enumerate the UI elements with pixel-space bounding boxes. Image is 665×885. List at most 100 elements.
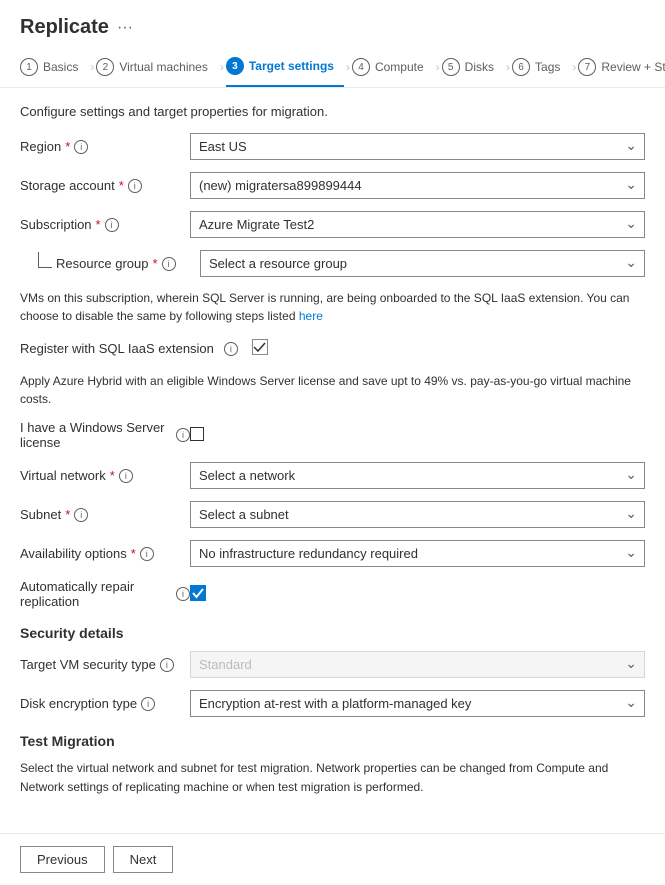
region-info-icon[interactable]: i (74, 140, 88, 154)
vnet-required: * (110, 468, 115, 483)
rg-select-wrapper: Select a resource group (200, 250, 645, 277)
sql-link[interactable]: here (299, 309, 323, 323)
storage-required: * (119, 178, 124, 193)
region-label: Region * i (20, 139, 190, 154)
step-label-compute: Compute (375, 60, 424, 74)
step-label-vms: Virtual machines (119, 60, 208, 74)
rg-info-icon[interactable]: i (162, 257, 176, 271)
step-target-settings[interactable]: 3 Target settings (226, 47, 344, 87)
checkbox-unchecked-icon (190, 427, 204, 441)
vnet-info-icon[interactable]: i (119, 469, 133, 483)
subscription-info-icon[interactable]: i (105, 218, 119, 232)
resource-group-select[interactable]: Select a resource group (200, 250, 645, 277)
storage-account-control: (new) migratersa899899444 (190, 172, 645, 199)
subnet-select[interactable]: Select a subnet (190, 501, 645, 528)
register-sql-checkbox[interactable] (252, 339, 268, 358)
indent-line (38, 252, 52, 268)
subscription-label: Subscription * i (20, 217, 190, 232)
rg-required: * (153, 256, 158, 271)
resource-group-row: Resource group * i Select a resource gro… (20, 250, 645, 277)
virtual-network-select[interactable]: Select a network (190, 462, 645, 489)
avail-info-icon[interactable]: i (140, 547, 154, 561)
subnet-info-icon[interactable]: i (74, 508, 88, 522)
target-vm-security-label: Target VM security type i (20, 657, 190, 672)
step-label-basics: Basics (43, 60, 78, 74)
vm-security-info-icon[interactable]: i (160, 658, 174, 672)
test-migration-title: Test Migration (20, 733, 645, 749)
step-number-5: 5 (442, 58, 460, 76)
region-select[interactable]: East US (190, 133, 645, 160)
auto-repair-label: Automatically repair replication i (20, 579, 190, 609)
virtual-network-control: Select a network (190, 462, 645, 489)
step-basics[interactable]: 1 Basics (20, 48, 88, 86)
virtual-network-label: Virtual network * i (20, 468, 190, 483)
windows-license-checkbox[interactable] (190, 429, 204, 444)
subscription-select[interactable]: Azure Migrate Test2 (190, 211, 645, 238)
step-number-4: 4 (352, 58, 370, 76)
auto-repair-checkbox[interactable] (190, 589, 206, 604)
disk-encryption-info-icon[interactable]: i (141, 697, 155, 711)
disk-encryption-select-wrapper: Encryption at-rest with a platform-manag… (190, 690, 645, 717)
section-description: Configure settings and target properties… (20, 104, 645, 119)
register-sql-label: Register with SQL IaaS extension (20, 341, 214, 356)
subscription-required: * (96, 217, 101, 232)
disk-encryption-control: Encryption at-rest with a platform-manag… (190, 690, 645, 717)
resource-group-control: Select a resource group (200, 250, 645, 277)
auto-repair-info-icon[interactable]: i (176, 587, 190, 601)
target-vm-security-row: Target VM security type i Standard (20, 651, 645, 678)
ellipsis-icon[interactable]: ··· (117, 19, 133, 37)
virtual-network-row: Virtual network * i Select a network (20, 462, 645, 489)
subscription-row: Subscription * i Azure Migrate Test2 (20, 211, 645, 238)
avail-select-wrapper: No infrastructure redundancy required (190, 540, 645, 567)
next-button[interactable]: Next (113, 846, 174, 873)
region-control: East US (190, 133, 645, 160)
windows-license-row: I have a Windows Server license i (20, 420, 645, 450)
step-label-tags: Tags (535, 60, 560, 74)
region-required: * (65, 139, 70, 154)
disk-encryption-label: Disk encryption type i (20, 696, 190, 711)
windows-license-label: I have a Windows Server license i (20, 420, 190, 450)
test-migration-notice: Select the virtual network and subnet fo… (20, 759, 645, 797)
vnet-select-wrapper: Select a network (190, 462, 645, 489)
main-content: Configure settings and target properties… (0, 88, 665, 817)
auto-repair-checked-icon (190, 585, 206, 601)
sql-notice: VMs on this subscription, wherein SQL Se… (20, 289, 645, 325)
footer: Previous Next (0, 833, 665, 885)
step-disks[interactable]: 5 Disks (442, 48, 504, 86)
previous-button[interactable]: Previous (20, 846, 105, 873)
page-title: Replicate (20, 16, 109, 39)
step-vms[interactable]: 2 Virtual machines (96, 48, 218, 86)
register-sql-info-icon[interactable]: i (224, 342, 238, 356)
storage-account-label: Storage account * i (20, 178, 190, 193)
step-number-6: 6 (512, 58, 530, 76)
windows-license-info-icon[interactable]: i (176, 428, 190, 442)
availability-options-control: No infrastructure redundancy required (190, 540, 645, 567)
target-vm-security-control: Standard (190, 651, 645, 678)
storage-account-select[interactable]: (new) migratersa899899444 (190, 172, 645, 199)
security-section-title: Security details (20, 625, 645, 641)
step-number-2: 2 (96, 58, 114, 76)
subnet-label: Subnet * i (20, 507, 190, 522)
step-number-1: 1 (20, 58, 38, 76)
step-label-disks: Disks (465, 60, 494, 74)
wizard-steps: 1 Basics › 2 Virtual machines › 3 Target… (0, 47, 665, 88)
availability-options-row: Availability options * i No infrastructu… (20, 540, 645, 567)
region-select-wrapper: East US (190, 133, 645, 160)
subnet-required: * (65, 507, 70, 522)
step-tags[interactable]: 6 Tags (512, 48, 570, 86)
step-review[interactable]: 7 Review + Start replication (578, 48, 665, 86)
step-compute[interactable]: 4 Compute (352, 48, 434, 86)
step-label-review: Review + Start replication (601, 60, 665, 74)
windows-license-control (190, 427, 645, 444)
availability-options-select[interactable]: No infrastructure redundancy required (190, 540, 645, 567)
checkbox-checked-icon (252, 339, 268, 355)
region-row: Region * i East US (20, 133, 645, 160)
subnet-select-wrapper: Select a subnet (190, 501, 645, 528)
subscription-control: Azure Migrate Test2 (190, 211, 645, 238)
storage-info-icon[interactable]: i (128, 179, 142, 193)
target-vm-security-select[interactable]: Standard (190, 651, 645, 678)
disk-encryption-select[interactable]: Encryption at-rest with a platform-manag… (190, 690, 645, 717)
availability-options-label: Availability options * i (20, 546, 190, 561)
subscription-select-wrapper: Azure Migrate Test2 (190, 211, 645, 238)
subnet-control: Select a subnet (190, 501, 645, 528)
